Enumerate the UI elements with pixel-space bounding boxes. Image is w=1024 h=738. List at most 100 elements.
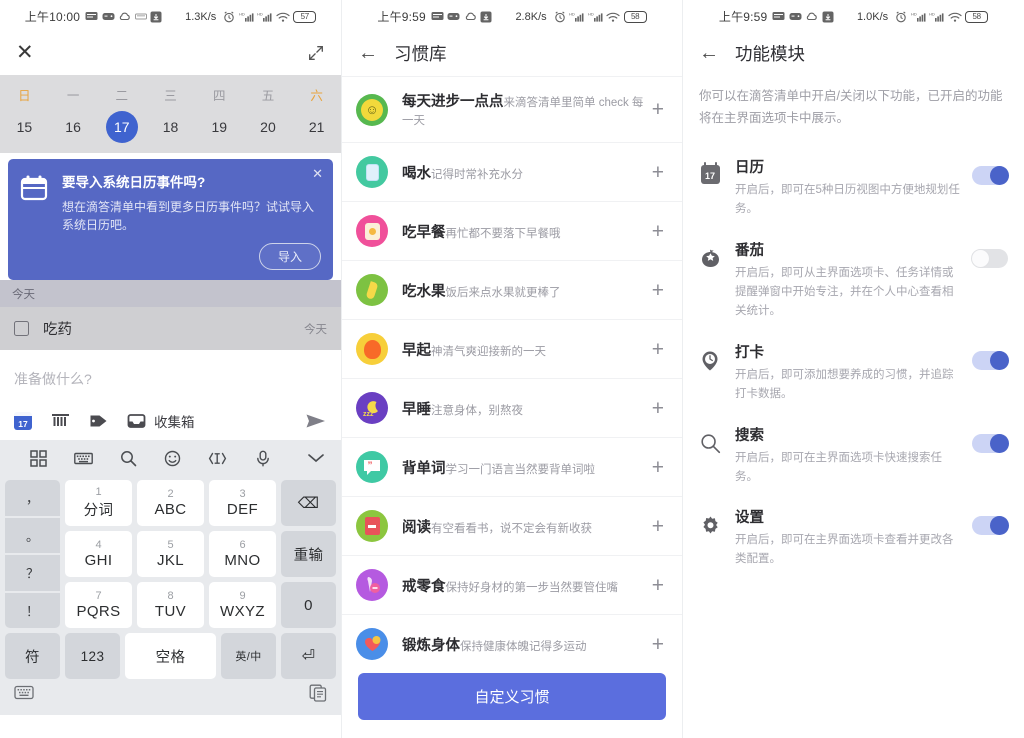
cursor-icon[interactable] bbox=[195, 450, 240, 467]
habit-row[interactable]: 阅读有空看看书，说不定会有新收获 + bbox=[342, 497, 682, 556]
habit-row[interactable]: 吃早餐再忙都不要落下早餐哦 + bbox=[342, 202, 682, 261]
feature-row-checkin[interactable]: 打卡 开启后，即可添加想要养成的习惯，并追踪打卡数据。 bbox=[683, 331, 1024, 414]
add-habit-button[interactable]: + bbox=[652, 575, 666, 596]
habit-row[interactable]: ” 背单词学习一门语言当然要背单词啦 + bbox=[342, 438, 682, 497]
key-comma[interactable]: ， bbox=[5, 480, 60, 516]
grid-icon[interactable] bbox=[16, 449, 61, 467]
add-habit-button[interactable]: + bbox=[652, 339, 666, 360]
clipboard-icon[interactable] bbox=[309, 684, 327, 707]
feature-row-search[interactable]: 搜索 开启后，即可在主界面选项卡快速搜索任务。 bbox=[683, 414, 1024, 497]
back-arrow-icon[interactable]: ← bbox=[358, 43, 378, 63]
import-button[interactable]: 导入 bbox=[258, 243, 321, 270]
habit-row[interactable]: 早起神清气爽迎接新的一天 + bbox=[342, 320, 682, 379]
key-4[interactable]: 4 GHI bbox=[65, 531, 132, 577]
calendar-col-4[interactable]: 四 bbox=[195, 81, 244, 111]
send-icon[interactable] bbox=[305, 411, 327, 431]
composer-list-label[interactable]: 收集箱 bbox=[154, 411, 195, 431]
custom-habit-button[interactable]: 自定义习惯 bbox=[358, 673, 666, 720]
calendar-col-3[interactable]: 三 bbox=[146, 81, 195, 111]
add-habit-button[interactable]: + bbox=[652, 516, 666, 537]
habit-row[interactable]: ☺ 每天进步一点点来滴答清单里简单 check 每一天 + bbox=[342, 76, 682, 143]
keyboard-switch-icon[interactable] bbox=[14, 685, 34, 705]
key-question[interactable]: ？ bbox=[5, 555, 60, 591]
emoji-icon[interactable] bbox=[150, 450, 195, 467]
habit-row[interactable]: zzz 早睡注意身体，别熬夜 + bbox=[342, 379, 682, 438]
download-icon bbox=[480, 11, 492, 22]
habit-desc: 保持健康体魄记得多运动 bbox=[460, 640, 587, 653]
key-lang-switch[interactable]: 英/中 bbox=[221, 633, 276, 679]
feature-row-settings[interactable]: 设置 开启后，即可在主界面选项卡查看并更改各类配置。 bbox=[683, 496, 1024, 579]
expand-icon[interactable] bbox=[307, 44, 325, 62]
keyboard-icon[interactable] bbox=[61, 451, 106, 466]
key-exclaim[interactable]: ！ bbox=[5, 592, 60, 628]
add-habit-button[interactable]: + bbox=[652, 457, 666, 478]
signal2-icon: HD bbox=[929, 11, 944, 22]
key-2[interactable]: 2 ABC bbox=[137, 480, 204, 526]
key-0[interactable]: 0 bbox=[281, 582, 336, 628]
calendar-col-5[interactable]: 五 bbox=[244, 81, 293, 111]
calendar-col-1[interactable]: 一 bbox=[49, 81, 98, 111]
key-space[interactable]: 空格 bbox=[125, 633, 216, 679]
calendar-day-cell[interactable]: 18 bbox=[146, 111, 195, 143]
weekday-label: 六 bbox=[310, 89, 323, 103]
key-5[interactable]: 5 JKL bbox=[137, 531, 204, 577]
signal2-icon: HD bbox=[588, 11, 603, 22]
key-backspace[interactable]: ⌫ bbox=[281, 480, 336, 526]
chevron-down-icon[interactable] bbox=[285, 452, 325, 464]
calendar-day-cell[interactable]: 21 bbox=[292, 111, 341, 143]
key-label: 重输 bbox=[293, 547, 324, 564]
key-symbols[interactable]: 符 bbox=[5, 633, 60, 679]
habit-row[interactable]: 吃水果饭后来点水果就更棒了 + bbox=[342, 261, 682, 320]
page-title: 功能模块 bbox=[735, 43, 805, 64]
key-3[interactable]: 3 DEF bbox=[209, 480, 276, 526]
feature-toggle-pomodoro[interactable] bbox=[971, 248, 1008, 268]
calendar-col-6[interactable]: 六 bbox=[292, 81, 341, 111]
key-1[interactable]: 1 分词 bbox=[65, 480, 132, 526]
key-reinput[interactable]: 重输 bbox=[281, 531, 336, 577]
task-checkbox[interactable] bbox=[14, 321, 29, 336]
add-habit-button[interactable]: + bbox=[652, 634, 666, 655]
feature-toggle-calendar[interactable] bbox=[972, 165, 1009, 185]
add-habit-button[interactable]: + bbox=[652, 398, 666, 419]
key-8[interactable]: 8 TUV bbox=[137, 582, 204, 628]
key-123[interactable]: 123 bbox=[65, 633, 120, 679]
feature-row-calendar[interactable]: 17 日历 开启后，即可在5种日历视图中方便地规划任务。 bbox=[683, 146, 1024, 229]
calendar-col-0[interactable]: 日 bbox=[0, 81, 49, 111]
habit-row[interactable]: 喝水记得时常补充水分 + bbox=[342, 143, 682, 202]
task-row[interactable]: 吃药 今天 bbox=[0, 307, 341, 350]
add-habit-button[interactable]: + bbox=[652, 162, 666, 183]
calendar-day-cell-selected[interactable]: 17 bbox=[97, 111, 146, 143]
close-icon[interactable]: ✕ bbox=[16, 42, 34, 63]
add-habit-button[interactable]: + bbox=[652, 221, 666, 242]
mic-icon[interactable] bbox=[240, 450, 285, 467]
calendar-day-cell[interactable]: 20 bbox=[244, 111, 293, 143]
feature-toggle-settings[interactable] bbox=[972, 516, 1009, 536]
search-icon[interactable] bbox=[106, 450, 151, 467]
calendar-day-cell[interactable]: 16 bbox=[49, 111, 98, 143]
add-habit-button[interactable]: + bbox=[652, 99, 666, 120]
day-number: 19 bbox=[211, 119, 228, 135]
back-arrow-icon[interactable]: ← bbox=[699, 43, 719, 63]
key-7[interactable]: 7 PQRS bbox=[65, 582, 132, 628]
calendar-day-cell[interactable]: 15 bbox=[0, 111, 49, 143]
calendar-col-2[interactable]: 二 bbox=[97, 81, 146, 111]
banner-close-icon[interactable]: ✕ bbox=[312, 167, 323, 180]
feature-row-pomodoro[interactable]: 番茄 开启后，即可从主界面选项卡、任务详情或提醒弹窗中开始专注，并在个人中心查看相… bbox=[683, 229, 1024, 331]
key-6[interactable]: 6 MNO bbox=[209, 531, 276, 577]
key-9[interactable]: 9 WXYZ bbox=[209, 582, 276, 628]
feature-toggle-search[interactable] bbox=[972, 433, 1009, 453]
tag-icon[interactable] bbox=[89, 412, 108, 430]
task-input-placeholder[interactable]: 准备做什么? bbox=[14, 366, 327, 411]
signal-icon: HD bbox=[569, 11, 584, 22]
key-enter[interactable]: ⏎ bbox=[281, 633, 336, 679]
habit-name: 背单词 bbox=[402, 460, 446, 477]
feature-toggle-checkin[interactable] bbox=[972, 350, 1009, 370]
inbox-icon[interactable] bbox=[127, 412, 146, 430]
priority-icon[interactable] bbox=[51, 412, 70, 430]
add-habit-button[interactable]: + bbox=[652, 280, 666, 301]
feature-desc: 开启后，即可从主界面选项卡、任务详情或提醒弹窗中开始专注，并在个人中心查看相关统… bbox=[735, 266, 954, 317]
habit-row[interactable]: 戒零食保持好身材的第一步当然要管住嘴 + bbox=[342, 556, 682, 615]
key-period[interactable]: 。 bbox=[5, 517, 60, 553]
date-icon[interactable]: 17 bbox=[14, 412, 32, 430]
calendar-day-cell[interactable]: 19 bbox=[195, 111, 244, 143]
